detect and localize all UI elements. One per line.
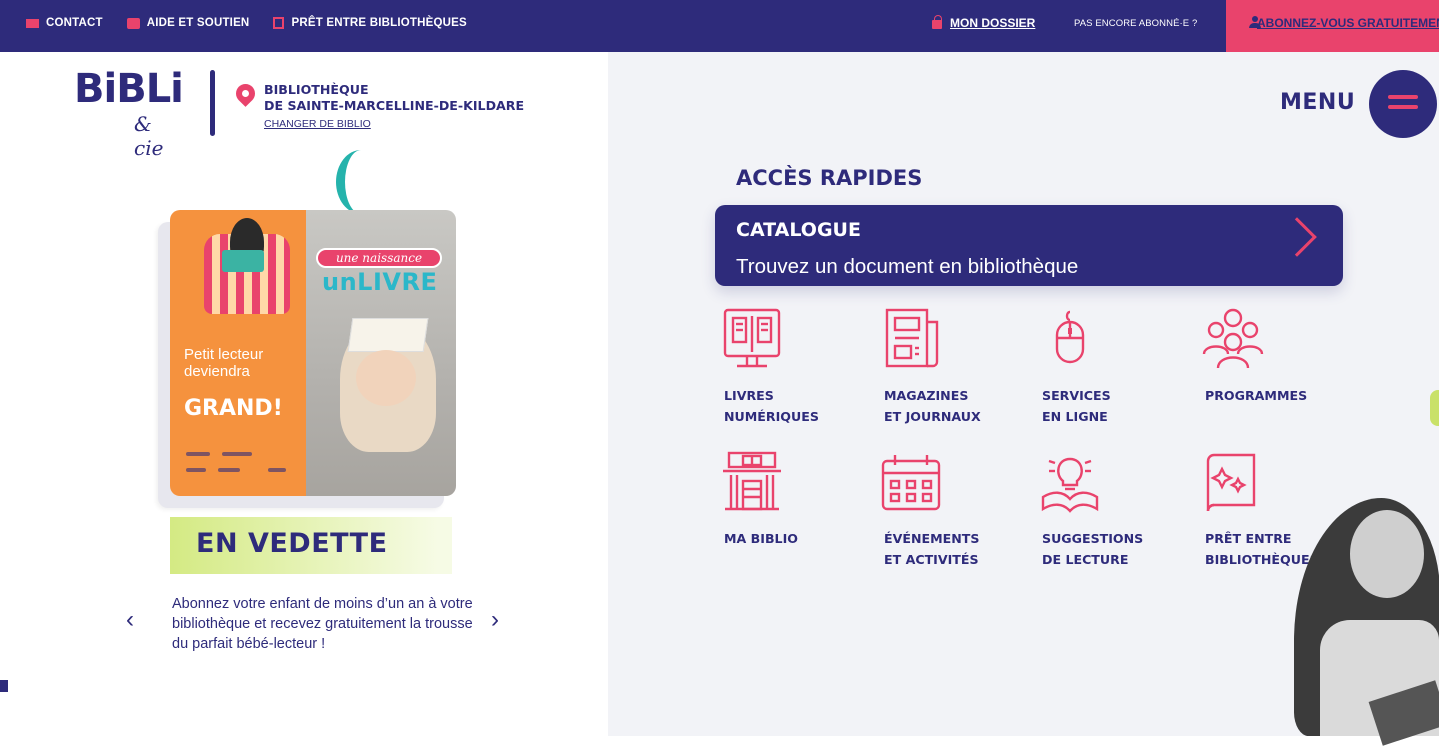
- quick-access-label: SUGGESTIONS DE LECTURE: [1042, 531, 1144, 567]
- contact-link[interactable]: CONTACT: [26, 17, 103, 29]
- decorative-arc: [336, 150, 386, 214]
- quick-access-label: MA BIBLIO: [724, 531, 798, 546]
- une-naissance-text: une naissance: [316, 248, 442, 268]
- book-hat-photo: [347, 318, 429, 352]
- abonnez-label: ABONNEZ-VOUS GRATUITEMENT: [1257, 16, 1439, 30]
- baby-face-photo: [356, 350, 416, 406]
- partner-logo: [218, 468, 240, 472]
- pas-encore-text: PAS ENCORE ABONNÉ·E ?: [1074, 17, 1198, 29]
- quick-access-suggestions[interactable]: SUGGESTIONS DE LECTURE: [1035, 451, 1165, 576]
- library-name-line2: DE SAINTE-MARCELLINE-DE-KILDARE: [264, 98, 525, 113]
- quick-access-label: MAGAZINES ET JOURNAUX: [884, 388, 981, 424]
- change-library-link[interactable]: CHANGER DE BIBLIO: [264, 118, 371, 130]
- featured-petit-line: Petit lecteur: [184, 346, 264, 363]
- quick-access-label: ÉVÉNEMENTS ET ACTIVITÉS: [884, 531, 980, 567]
- logo-divider: [210, 70, 215, 136]
- decorative-arc-lime: [1430, 390, 1439, 426]
- featured-deviendra-line: deviendra: [184, 363, 250, 380]
- abonnez-button[interactable]: ABONNEZ-VOUS GRATUITEMENT: [1226, 0, 1439, 52]
- featured-description: Abonnez votre enfant de moins d’un an à …: [172, 596, 473, 652]
- book-illustration: [222, 250, 264, 272]
- aide-label: AIDE ET SOUTIEN: [146, 17, 250, 29]
- quick-access-evenements[interactable]: ÉVÉNEMENTS ET ACTIVITÉS: [877, 451, 1007, 576]
- mon-dossier-label: MON DOSSIER: [950, 16, 1036, 30]
- featured-image-left: Petit lecteur deviendra GRAND!: [170, 210, 306, 496]
- ebook-icon: [723, 308, 781, 368]
- catalogue-title: CATALOGUE: [736, 219, 861, 241]
- quick-access-label: SERVICES EN LIGNE: [1042, 388, 1111, 424]
- top-links: CONTACT AIDE ET SOUTIEN PRÊT ENTRE BIBLI…: [26, 0, 467, 46]
- logo-cie-text: & cie: [134, 112, 164, 160]
- reader-face: [1350, 510, 1424, 598]
- carousel-next-button[interactable]: ›: [491, 608, 499, 632]
- lightbulb-book-icon: [1041, 457, 1099, 513]
- mon-dossier-link[interactable]: MON DOSSIER: [932, 0, 1035, 46]
- partner-logos: [182, 446, 294, 482]
- quick-access-ma-biblio[interactable]: MA BIBLIO: [717, 451, 847, 576]
- aide-link[interactable]: AIDE ET SOUTIEN: [126, 17, 250, 29]
- document-icon: [273, 17, 285, 29]
- partner-logo: [268, 468, 286, 472]
- hamburger-icon: [1388, 95, 1418, 99]
- library-name-line1: BIBLIOTHÈQUE: [264, 82, 369, 97]
- scroll-marker: [0, 680, 8, 692]
- menu-button[interactable]: [1369, 70, 1437, 138]
- catalogue-button[interactable]: CATALOGUE Trouvez un document en bibliot…: [715, 205, 1343, 286]
- location-pin-icon: [232, 80, 259, 107]
- catalogue-subtitle: Trouvez un document en bibliothèque: [736, 255, 1079, 278]
- chevron-right-icon: [1277, 217, 1317, 257]
- pret-label: PRÊT ENTRE BIBLIOTHÈQUES: [291, 17, 467, 29]
- people-icon: [1202, 308, 1264, 369]
- contact-label: CONTACT: [46, 17, 103, 29]
- help-icon: [126, 17, 140, 29]
- bibli-logo[interactable]: BiBLi & cie: [74, 66, 184, 160]
- reader-photo: [1290, 480, 1439, 746]
- featured-title: EN VEDETTE: [196, 528, 388, 559]
- carousel-prev-button[interactable]: ‹: [126, 608, 134, 632]
- lock-icon: [932, 15, 942, 29]
- library-building-icon: [723, 451, 781, 511]
- quick-access-programmes[interactable]: PROGRAMMES: [1198, 308, 1328, 433]
- partner-logo: [186, 468, 206, 472]
- logo-bibli-text: BiBLi: [74, 66, 184, 112]
- quick-access-title: ACCÈS RAPIDES: [736, 166, 923, 190]
- newspaper-icon: [885, 308, 939, 368]
- quick-access-magazines[interactable]: MAGAZINES ET JOURNAUX: [877, 308, 1007, 433]
- mouse-icon: [1055, 310, 1085, 364]
- un-livre-text: unLIVRE: [322, 268, 438, 296]
- menu-label[interactable]: MENU: [1280, 90, 1355, 115]
- quick-access-livres-numeriques[interactable]: LIVRES NUMÉRIQUES: [717, 308, 847, 433]
- calendar-icon: [881, 455, 941, 511]
- top-bar: CONTACT AIDE ET SOUTIEN PRÊT ENTRE BIBLI…: [0, 0, 1439, 52]
- quick-access-label: LIVRES NUMÉRIQUES: [724, 388, 819, 424]
- hamburger-icon-bar: [1388, 105, 1418, 109]
- featured-grand-text: GRAND!: [184, 396, 283, 421]
- featured-image[interactable]: Petit lecteur deviendra GRAND! une naiss…: [170, 210, 456, 496]
- pret-link[interactable]: PRÊT ENTRE BIBLIOTHÈQUES: [273, 17, 467, 29]
- sparkle-book-icon: [1206, 453, 1256, 512]
- partner-logo: [186, 452, 210, 456]
- quick-access-services[interactable]: SERVICES EN LIGNE: [1035, 308, 1165, 433]
- library-name: BIBLIOTHÈQUE DE SAINTE-MARCELLINE-DE-KIL…: [264, 82, 524, 114]
- mail-icon: [26, 18, 39, 28]
- quick-access-label: PROGRAMMES: [1205, 388, 1308, 403]
- partner-logo: [222, 452, 252, 456]
- featured-petit-text: Petit lecteur deviendra: [184, 346, 263, 380]
